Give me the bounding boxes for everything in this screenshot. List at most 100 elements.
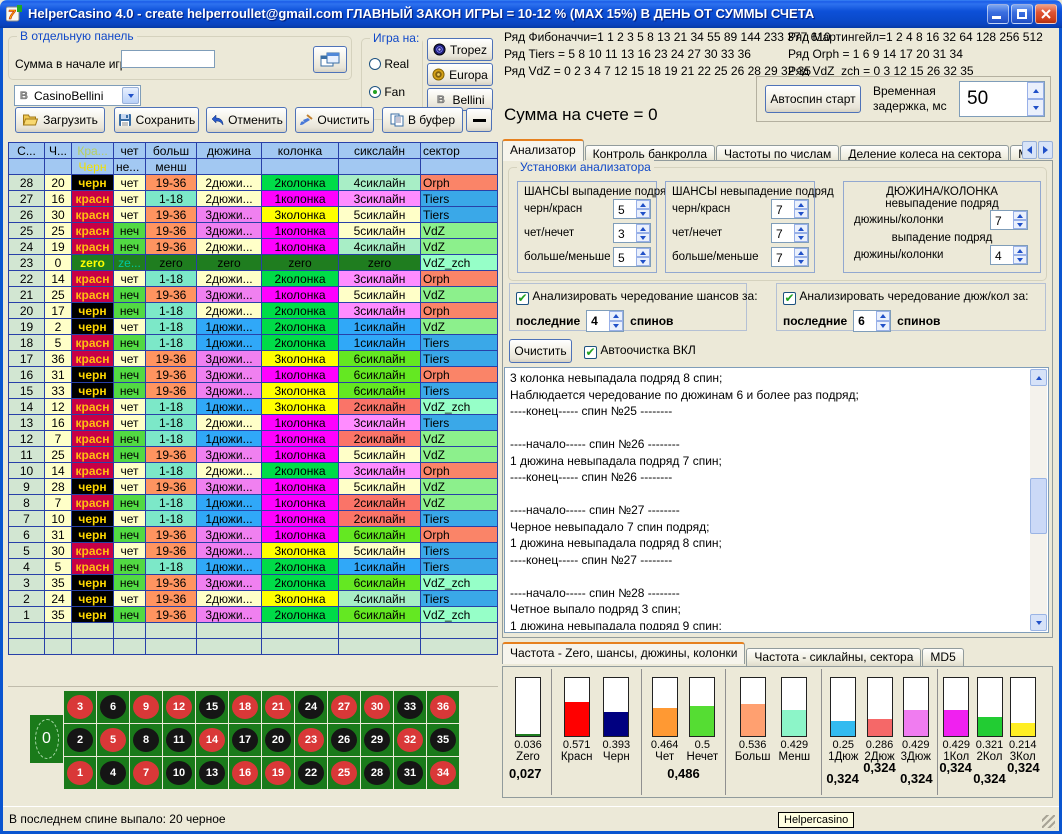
dozen-alternation-checkbox[interactable]: ✔ (783, 292, 796, 305)
stepper-up-button[interactable] (794, 224, 808, 233)
board-number-5[interactable]: 5 (97, 724, 129, 756)
stepper-down-button[interactable] (794, 233, 808, 242)
board-number-32[interactable]: 32 (394, 724, 426, 756)
autospin-start-button[interactable]: Автоспин старт (765, 85, 861, 113)
black-red-hit-stepper[interactable]: 5 (613, 199, 651, 219)
board-number-23[interactable]: 23 (295, 724, 327, 756)
board-number-17[interactable]: 17 (229, 724, 261, 756)
stepper-down-button[interactable] (876, 321, 890, 331)
tab-scroll-right-button[interactable] (1038, 141, 1053, 159)
europa-button[interactable]: Europa (427, 63, 493, 86)
board-number-9[interactable]: 9 (130, 691, 162, 723)
board-number-16[interactable]: 16 (229, 757, 261, 789)
casino-select[interactable]: B CasinoBellini (14, 85, 141, 106)
scroll-down-button[interactable] (1030, 614, 1047, 631)
board-number-35[interactable]: 35 (427, 724, 459, 756)
dozen-column-hit-stepper[interactable]: 4 (990, 245, 1028, 265)
board-number-34[interactable]: 34 (427, 757, 459, 789)
tab-1[interactable]: Частота - сиклайны, сектора (746, 648, 921, 666)
title-bar[interactable]: 7 HelperCasino 4.0 - create helperroulle… (0, 0, 1062, 28)
board-number-12[interactable]: 12 (163, 691, 195, 723)
board-number-27[interactable]: 27 (328, 691, 360, 723)
stepper-down-button[interactable] (1013, 255, 1027, 264)
even-odd-miss-stepper[interactable]: 7 (771, 223, 809, 243)
board-number-3[interactable]: 3 (64, 691, 96, 723)
dozen-column-miss-stepper[interactable]: 7 (990, 210, 1028, 230)
autoclean-checkbox[interactable]: ✔ (584, 346, 597, 359)
stepper-down-button[interactable] (609, 321, 623, 331)
board-number-6[interactable]: 6 (97, 691, 129, 723)
board-number-36[interactable]: 36 (427, 691, 459, 723)
dozen-spins-stepper[interactable]: 6 (853, 310, 891, 332)
stepper-up-button[interactable] (1013, 246, 1027, 255)
board-number-0[interactable]: 0 (30, 715, 63, 763)
stepper-down-button[interactable] (794, 257, 808, 266)
stepper-down-button[interactable] (636, 209, 650, 218)
board-number-1[interactable]: 1 (64, 757, 96, 789)
board-number-2[interactable]: 2 (64, 724, 96, 756)
stepper-up-button[interactable] (876, 311, 890, 321)
combo-dropdown-button[interactable] (122, 87, 139, 104)
col-header[interactable]: больш (146, 143, 197, 159)
stepper-up-button[interactable] (1013, 211, 1027, 220)
board-number-4[interactable]: 4 (97, 757, 129, 789)
board-number-22[interactable]: 22 (295, 757, 327, 789)
autoclean-toggle[interactable]: ✔ Автоочистка ВКЛ (584, 343, 696, 359)
tab-0[interactable]: Анализатор (502, 139, 584, 161)
start-sum-input[interactable] (121, 50, 215, 68)
col-header[interactable]: чет (114, 143, 146, 159)
board-number-13[interactable]: 13 (196, 757, 228, 789)
radio-real[interactable]: Real (369, 57, 409, 71)
collapse-button[interactable] (466, 108, 492, 132)
chances-alternation-checkbox[interactable]: ✔ (516, 292, 529, 305)
detach-panel-button[interactable] (313, 46, 347, 73)
stepper-down-button[interactable] (1013, 220, 1027, 229)
board-number-7[interactable]: 7 (130, 757, 162, 789)
col-header[interactable]: колонка (262, 143, 339, 159)
stepper-up-button[interactable] (609, 311, 623, 321)
log-clear-button[interactable]: Очистить (509, 339, 572, 363)
tab-0[interactable]: Частота - Zero, шансы, дюжины, колонки (502, 642, 745, 664)
chances-spins-stepper[interactable]: 4 (586, 310, 624, 332)
radio-fan[interactable]: Fan (369, 85, 405, 99)
col-header[interactable]: сектор (421, 143, 498, 159)
stepper-up-button[interactable] (636, 200, 650, 209)
tab-scroll-left-button[interactable] (1022, 141, 1037, 159)
tab-4[interactable]: MD5 (1010, 145, 1022, 161)
tropez-button[interactable]: Tropez (427, 38, 493, 61)
board-number-28[interactable]: 28 (361, 757, 393, 789)
board-number-18[interactable]: 18 (229, 691, 261, 723)
board-number-15[interactable]: 15 (196, 691, 228, 723)
even-odd-hit-stepper[interactable]: 3 (613, 223, 651, 243)
col-header[interactable]: дюжина (197, 143, 262, 159)
scrollbar-thumb[interactable] (1030, 478, 1047, 534)
board-number-31[interactable]: 31 (394, 757, 426, 789)
stepper-down-button[interactable] (636, 257, 650, 266)
stepper-up-button[interactable] (636, 224, 650, 233)
high-low-hit-stepper[interactable]: 5 (613, 247, 651, 267)
board-number-20[interactable]: 20 (262, 724, 294, 756)
undo-button[interactable]: Отменить (206, 107, 287, 133)
tab-3[interactable]: Деление колеса на сектора (840, 145, 1009, 161)
stepper-up-button[interactable] (794, 248, 808, 257)
board-number-11[interactable]: 11 (163, 724, 195, 756)
stepper-down-button[interactable] (1027, 99, 1044, 116)
black-red-miss-stepper[interactable]: 7 (771, 199, 809, 219)
board-number-24[interactable]: 24 (295, 691, 327, 723)
board-number-21[interactable]: 21 (262, 691, 294, 723)
stepper-up-button[interactable] (794, 200, 808, 209)
col-header[interactable]: С... (9, 143, 45, 159)
resize-grip[interactable] (1042, 815, 1055, 828)
board-number-8[interactable]: 8 (130, 724, 162, 756)
board-number-30[interactable]: 30 (361, 691, 393, 723)
scroll-up-button[interactable] (1030, 369, 1047, 386)
maximize-button[interactable] (1011, 4, 1033, 24)
tab-1[interactable]: Контроль банкролла (585, 145, 715, 161)
tab-2[interactable]: MD5 (922, 648, 963, 666)
col-header[interactable]: Кра... (72, 143, 114, 159)
analyzer-log[interactable]: 3 колонка невыпадала подряд 8 спин; Набл… (504, 367, 1049, 633)
clear-button[interactable]: Очистить (295, 107, 374, 133)
board-number-10[interactable]: 10 (163, 757, 195, 789)
high-low-miss-stepper[interactable]: 7 (771, 247, 809, 267)
board-number-26[interactable]: 26 (328, 724, 360, 756)
